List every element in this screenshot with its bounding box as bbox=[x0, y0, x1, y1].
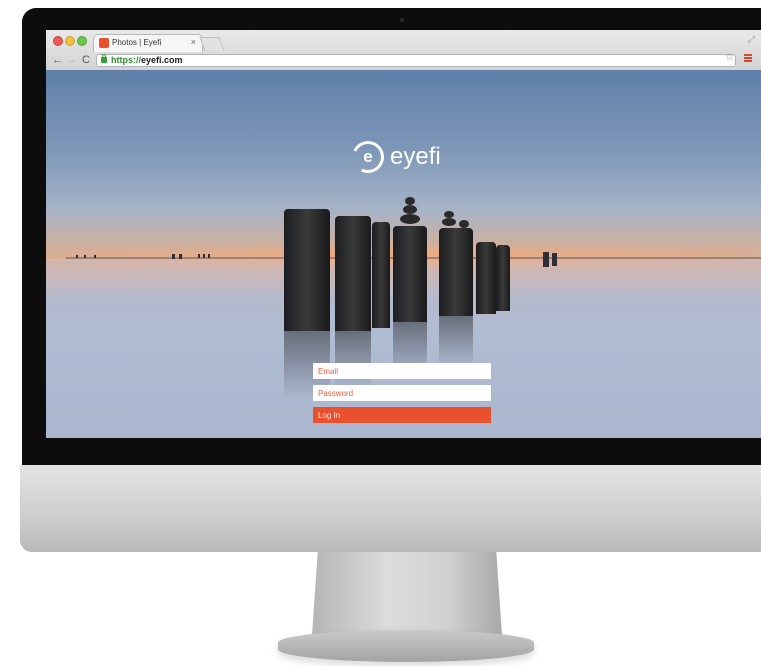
camera-dot bbox=[400, 18, 404, 22]
logo-mark-letter: e bbox=[363, 147, 373, 166]
post-reflection bbox=[439, 314, 473, 369]
fullscreen-icon[interactable]: ⤢ bbox=[748, 34, 755, 45]
monitor-stand bbox=[312, 552, 502, 636]
wooden-post bbox=[393, 226, 427, 322]
distant-post bbox=[172, 254, 175, 259]
distant-post bbox=[76, 255, 78, 258]
browser-tab[interactable]: Photos | Eyefi × bbox=[93, 34, 203, 52]
url-text: https://eyefi.com bbox=[111, 55, 183, 66]
reload-icon[interactable]: C bbox=[82, 53, 90, 67]
email-field[interactable] bbox=[313, 363, 491, 379]
wooden-post bbox=[372, 222, 390, 328]
wooden-post bbox=[284, 209, 330, 331]
stacked-stone bbox=[459, 220, 469, 228]
wooden-post bbox=[439, 228, 473, 316]
wooden-post bbox=[335, 216, 371, 331]
tab-title: Photos | Eyefi bbox=[112, 38, 162, 47]
hamburger-menu-icon[interactable] bbox=[744, 54, 752, 63]
distant-post bbox=[179, 254, 182, 259]
eyefi-logo: e eyefi bbox=[347, 136, 472, 191]
distant-post bbox=[84, 255, 86, 258]
back-arrow-icon[interactable]: ← bbox=[52, 53, 63, 67]
distant-post bbox=[552, 253, 557, 266]
password-field[interactable] bbox=[313, 385, 491, 401]
close-window-button[interactable] bbox=[53, 36, 63, 46]
minimize-window-button[interactable] bbox=[65, 36, 75, 46]
distant-post bbox=[198, 254, 200, 258]
lock-icon bbox=[101, 54, 107, 63]
log-in-button[interactable]: Log In bbox=[313, 407, 491, 423]
logo-wordmark: eyefi bbox=[390, 143, 441, 170]
login-form: Log In bbox=[313, 363, 493, 423]
imac-mockup: Photos | Eyefi × ⤢ ← → C https://eyefi.c… bbox=[0, 0, 761, 666]
bookmark-star-icon[interactable]: ☆ bbox=[725, 52, 734, 64]
url-scheme: https:// bbox=[111, 55, 141, 65]
distant-post bbox=[543, 252, 549, 267]
wooden-post bbox=[496, 245, 510, 311]
distant-post bbox=[203, 254, 205, 258]
screen: Photos | Eyefi × ⤢ ← → C https://eyefi.c… bbox=[46, 30, 761, 438]
forward-arrow-icon[interactable]: → bbox=[66, 53, 77, 67]
stacked-stone bbox=[405, 197, 415, 205]
monitor-chin bbox=[20, 465, 761, 552]
stacked-stone bbox=[442, 218, 456, 226]
distant-post bbox=[94, 255, 96, 258]
monitor-stand-base bbox=[278, 630, 534, 662]
eyefi-favicon-icon bbox=[99, 38, 109, 48]
zoom-window-button[interactable] bbox=[77, 36, 87, 46]
distant-post bbox=[208, 254, 210, 258]
stacked-stone bbox=[400, 214, 420, 224]
browser-window-chrome: Photos | Eyefi × ⤢ ← → C https://eyefi.c… bbox=[46, 30, 761, 71]
tab-strip: Photos | Eyefi × ⤢ bbox=[46, 30, 761, 52]
url-host: eyefi.com bbox=[141, 55, 183, 65]
stacked-stone bbox=[403, 205, 417, 214]
stacked-stone bbox=[444, 211, 454, 218]
new-tab-button[interactable] bbox=[199, 37, 225, 51]
browser-toolbar: ← → C https://eyefi.com ☆ bbox=[46, 52, 761, 70]
tab-close-icon[interactable]: × bbox=[191, 37, 196, 47]
wooden-post bbox=[476, 242, 496, 314]
address-bar[interactable]: https://eyefi.com bbox=[96, 54, 736, 67]
